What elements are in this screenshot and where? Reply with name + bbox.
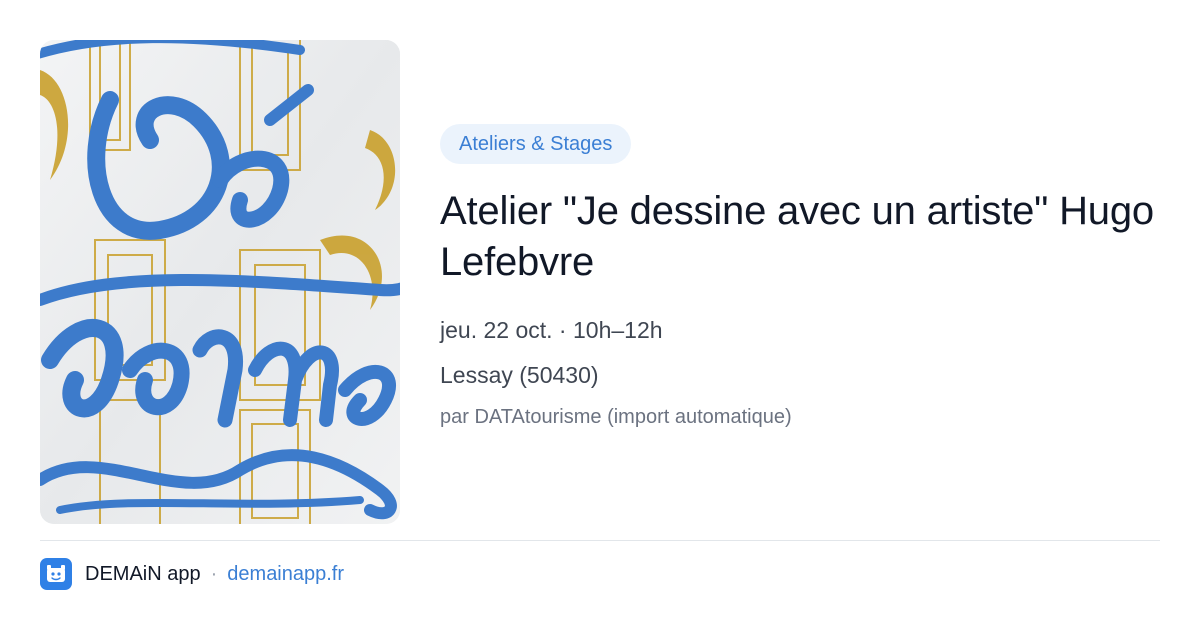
event-location: Lessay (50430) [440, 362, 599, 388]
app-name: DEMAiN app [85, 562, 201, 585]
app-website-link[interactable]: demainapp.fr [227, 563, 344, 586]
event-time: 10h–12h [572, 317, 663, 343]
poster-artwork [40, 40, 400, 524]
event-details: Ateliers & Stages Atelier "Je dessine av… [440, 124, 1160, 430]
event-poster-image[interactable] [40, 40, 400, 524]
footer: DEMAiN app · demainapp.fr [40, 558, 344, 590]
event-source: par DATAtourisme (import automatique) [440, 406, 792, 428]
footer-divider [40, 540, 1160, 541]
footer-separator: · [210, 562, 218, 585]
event-title[interactable]: Atelier "Je dessine avec un artiste" Hug… [440, 186, 1160, 288]
datetime-separator: · [558, 317, 567, 343]
event-datetime: jeu. 22 oct. · 10h–12h [440, 316, 1160, 344]
event-date: jeu. 22 oct. [440, 317, 553, 343]
category-tag[interactable]: Ateliers & Stages [440, 124, 632, 164]
demain-app-logo-icon[interactable] [40, 558, 72, 590]
